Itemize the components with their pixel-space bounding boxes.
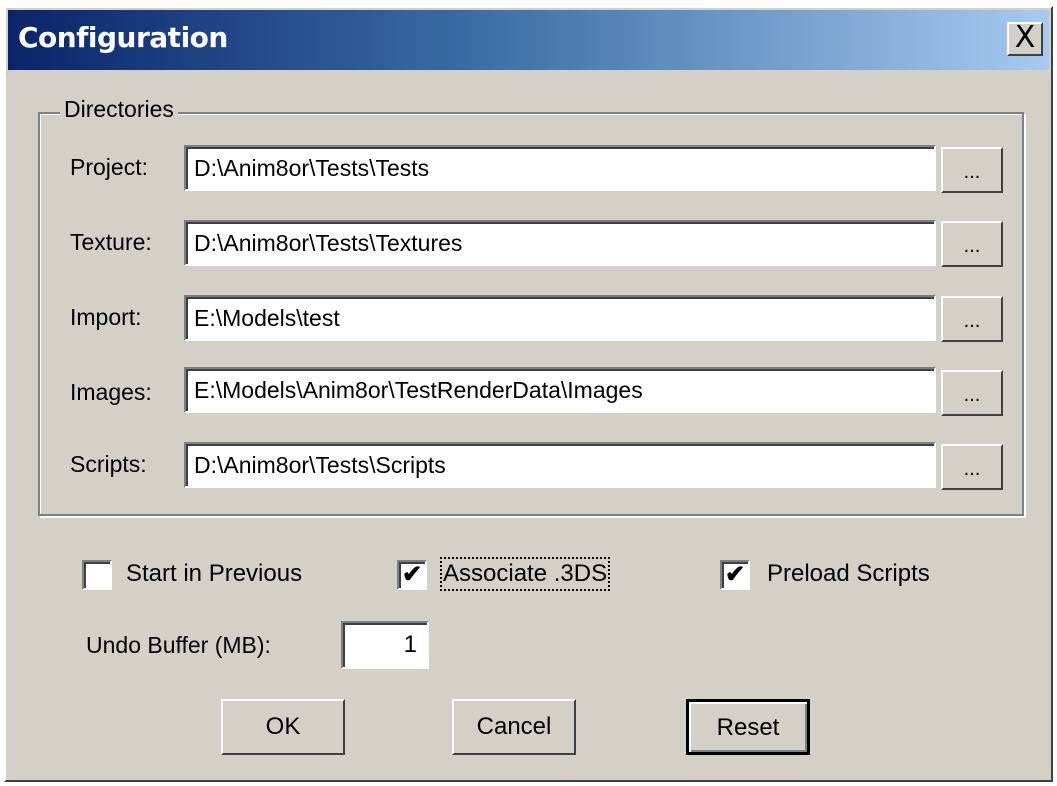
start-in-previous-checkbox[interactable] <box>82 560 112 590</box>
images-label: Images: <box>70 379 152 405</box>
scripts-path-field[interactable]: D:\Anim8or\Tests\Scripts <box>184 442 936 488</box>
preload-scripts-label[interactable]: Preload Scripts <box>767 560 930 588</box>
texture-browse-button[interactable]: ... <box>941 221 1003 267</box>
title-bar[interactable]: Configuration X <box>8 10 1049 70</box>
project-browse-button[interactable]: ... <box>941 147 1003 193</box>
project-path-field[interactable]: D:\Anim8or\Tests\Tests <box>184 145 936 191</box>
texture-label: Texture: <box>70 229 152 255</box>
import-browse-button[interactable]: ... <box>941 296 1003 342</box>
undo-buffer-label: Undo Buffer (MB): <box>86 632 271 658</box>
close-icon: X <box>1014 20 1036 55</box>
preload-scripts-checkbox[interactable]: ✔ <box>720 560 750 590</box>
undo-buffer-field[interactable]: 1 <box>341 621 429 669</box>
reset-button[interactable]: Reset <box>686 699 810 755</box>
ok-button[interactable]: OK <box>221 699 345 755</box>
images-browse-button[interactable]: ... <box>941 370 1003 416</box>
dialog-title: Configuration <box>18 21 228 54</box>
scripts-browse-button[interactable]: ... <box>941 444 1003 490</box>
import-label: Import: <box>70 304 142 330</box>
project-label: Project: <box>70 154 148 180</box>
directories-group-label: Directories <box>60 96 178 123</box>
import-path-field[interactable]: E:\Models\test <box>184 295 936 341</box>
start-in-previous-label[interactable]: Start in Previous <box>126 560 302 588</box>
cancel-button[interactable]: Cancel <box>452 699 576 755</box>
texture-path-field[interactable]: D:\Anim8or\Tests\Textures <box>184 220 936 266</box>
images-path-field[interactable]: E:\Models\Anim8or\TestRenderData\Images <box>184 367 936 413</box>
scripts-label: Scripts: <box>70 451 147 477</box>
associate-3ds-checkbox[interactable]: ✔ <box>397 560 427 590</box>
associate-3ds-label[interactable]: Associate .3DS <box>439 557 611 591</box>
close-button[interactable]: X <box>1007 22 1043 56</box>
